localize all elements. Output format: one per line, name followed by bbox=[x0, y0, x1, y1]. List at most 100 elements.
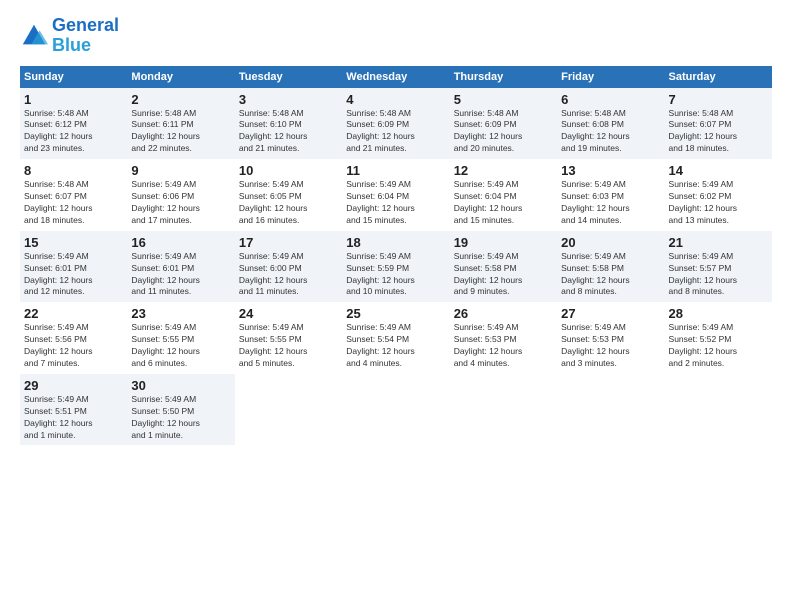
day-number: 8 bbox=[24, 163, 123, 178]
logo-text: General Blue bbox=[52, 16, 119, 56]
calendar-cell: 27Sunrise: 5:49 AM Sunset: 5:53 PM Dayli… bbox=[557, 302, 664, 374]
calendar-cell: 15Sunrise: 5:49 AM Sunset: 6:01 PM Dayli… bbox=[20, 231, 127, 303]
day-info: Sunrise: 5:49 AM Sunset: 5:56 PM Dayligh… bbox=[24, 322, 123, 370]
day-info: Sunrise: 5:49 AM Sunset: 6:03 PM Dayligh… bbox=[561, 179, 660, 227]
day-info: Sunrise: 5:49 AM Sunset: 6:04 PM Dayligh… bbox=[454, 179, 553, 227]
day-info: Sunrise: 5:49 AM Sunset: 6:01 PM Dayligh… bbox=[24, 251, 123, 299]
calendar-cell: 4Sunrise: 5:48 AM Sunset: 6:09 PM Daylig… bbox=[342, 88, 449, 160]
day-info: Sunrise: 5:49 AM Sunset: 5:54 PM Dayligh… bbox=[346, 322, 445, 370]
day-number: 13 bbox=[561, 163, 660, 178]
day-info: Sunrise: 5:49 AM Sunset: 5:58 PM Dayligh… bbox=[454, 251, 553, 299]
day-info: Sunrise: 5:49 AM Sunset: 6:05 PM Dayligh… bbox=[239, 179, 338, 227]
day-number: 9 bbox=[131, 163, 230, 178]
calendar-cell: 3Sunrise: 5:48 AM Sunset: 6:10 PM Daylig… bbox=[235, 88, 342, 160]
weekday-header: Wednesday bbox=[342, 66, 449, 88]
day-info: Sunrise: 5:49 AM Sunset: 6:00 PM Dayligh… bbox=[239, 251, 338, 299]
day-info: Sunrise: 5:48 AM Sunset: 6:07 PM Dayligh… bbox=[24, 179, 123, 227]
day-number: 23 bbox=[131, 306, 230, 321]
calendar-week-row: 22Sunrise: 5:49 AM Sunset: 5:56 PM Dayli… bbox=[20, 302, 772, 374]
day-number: 18 bbox=[346, 235, 445, 250]
day-number: 29 bbox=[24, 378, 123, 393]
day-info: Sunrise: 5:49 AM Sunset: 5:59 PM Dayligh… bbox=[346, 251, 445, 299]
day-number: 30 bbox=[131, 378, 230, 393]
calendar-week-row: 1Sunrise: 5:48 AM Sunset: 6:12 PM Daylig… bbox=[20, 88, 772, 160]
day-number: 2 bbox=[131, 92, 230, 107]
header: General Blue bbox=[20, 16, 772, 56]
calendar-header-row: SundayMondayTuesdayWednesdayThursdayFrid… bbox=[20, 66, 772, 88]
calendar-cell: 7Sunrise: 5:48 AM Sunset: 6:07 PM Daylig… bbox=[665, 88, 772, 160]
day-number: 3 bbox=[239, 92, 338, 107]
day-info: Sunrise: 5:49 AM Sunset: 6:04 PM Dayligh… bbox=[346, 179, 445, 227]
calendar-cell: 22Sunrise: 5:49 AM Sunset: 5:56 PM Dayli… bbox=[20, 302, 127, 374]
weekday-header: Monday bbox=[127, 66, 234, 88]
weekday-header: Saturday bbox=[665, 66, 772, 88]
day-number: 26 bbox=[454, 306, 553, 321]
calendar-table: SundayMondayTuesdayWednesdayThursdayFrid… bbox=[20, 66, 772, 446]
day-number: 16 bbox=[131, 235, 230, 250]
day-info: Sunrise: 5:48 AM Sunset: 6:10 PM Dayligh… bbox=[239, 108, 338, 156]
calendar-cell: 13Sunrise: 5:49 AM Sunset: 6:03 PM Dayli… bbox=[557, 159, 664, 231]
day-number: 15 bbox=[24, 235, 123, 250]
day-info: Sunrise: 5:49 AM Sunset: 5:53 PM Dayligh… bbox=[561, 322, 660, 370]
weekday-header: Tuesday bbox=[235, 66, 342, 88]
calendar-cell: 18Sunrise: 5:49 AM Sunset: 5:59 PM Dayli… bbox=[342, 231, 449, 303]
calendar-cell: 19Sunrise: 5:49 AM Sunset: 5:58 PM Dayli… bbox=[450, 231, 557, 303]
calendar-cell: 1Sunrise: 5:48 AM Sunset: 6:12 PM Daylig… bbox=[20, 88, 127, 160]
day-info: Sunrise: 5:49 AM Sunset: 5:55 PM Dayligh… bbox=[239, 322, 338, 370]
day-number: 12 bbox=[454, 163, 553, 178]
day-info: Sunrise: 5:49 AM Sunset: 5:57 PM Dayligh… bbox=[669, 251, 768, 299]
calendar-cell: 6Sunrise: 5:48 AM Sunset: 6:08 PM Daylig… bbox=[557, 88, 664, 160]
day-number: 27 bbox=[561, 306, 660, 321]
day-number: 28 bbox=[669, 306, 768, 321]
day-info: Sunrise: 5:49 AM Sunset: 6:02 PM Dayligh… bbox=[669, 179, 768, 227]
day-info: Sunrise: 5:49 AM Sunset: 5:55 PM Dayligh… bbox=[131, 322, 230, 370]
day-info: Sunrise: 5:48 AM Sunset: 6:09 PM Dayligh… bbox=[454, 108, 553, 156]
calendar-cell: 25Sunrise: 5:49 AM Sunset: 5:54 PM Dayli… bbox=[342, 302, 449, 374]
weekday-header: Sunday bbox=[20, 66, 127, 88]
day-number: 1 bbox=[24, 92, 123, 107]
calendar-cell: 16Sunrise: 5:49 AM Sunset: 6:01 PM Dayli… bbox=[127, 231, 234, 303]
day-info: Sunrise: 5:49 AM Sunset: 6:01 PM Dayligh… bbox=[131, 251, 230, 299]
calendar-cell bbox=[342, 374, 449, 446]
day-info: Sunrise: 5:48 AM Sunset: 6:08 PM Dayligh… bbox=[561, 108, 660, 156]
calendar-cell: 11Sunrise: 5:49 AM Sunset: 6:04 PM Dayli… bbox=[342, 159, 449, 231]
calendar-cell bbox=[665, 374, 772, 446]
day-info: Sunrise: 5:49 AM Sunset: 5:53 PM Dayligh… bbox=[454, 322, 553, 370]
calendar-cell: 28Sunrise: 5:49 AM Sunset: 5:52 PM Dayli… bbox=[665, 302, 772, 374]
calendar-cell: 26Sunrise: 5:49 AM Sunset: 5:53 PM Dayli… bbox=[450, 302, 557, 374]
day-info: Sunrise: 5:49 AM Sunset: 6:06 PM Dayligh… bbox=[131, 179, 230, 227]
calendar-body: 1Sunrise: 5:48 AM Sunset: 6:12 PM Daylig… bbox=[20, 88, 772, 446]
calendar-cell: 20Sunrise: 5:49 AM Sunset: 5:58 PM Dayli… bbox=[557, 231, 664, 303]
calendar-cell: 23Sunrise: 5:49 AM Sunset: 5:55 PM Dayli… bbox=[127, 302, 234, 374]
day-info: Sunrise: 5:48 AM Sunset: 6:09 PM Dayligh… bbox=[346, 108, 445, 156]
day-number: 20 bbox=[561, 235, 660, 250]
logo: General Blue bbox=[20, 16, 119, 56]
logo-icon bbox=[20, 22, 48, 50]
calendar-cell: 21Sunrise: 5:49 AM Sunset: 5:57 PM Dayli… bbox=[665, 231, 772, 303]
calendar-cell bbox=[235, 374, 342, 446]
day-info: Sunrise: 5:49 AM Sunset: 5:58 PM Dayligh… bbox=[561, 251, 660, 299]
day-number: 4 bbox=[346, 92, 445, 107]
day-info: Sunrise: 5:48 AM Sunset: 6:07 PM Dayligh… bbox=[669, 108, 768, 156]
calendar-cell: 5Sunrise: 5:48 AM Sunset: 6:09 PM Daylig… bbox=[450, 88, 557, 160]
calendar-cell: 10Sunrise: 5:49 AM Sunset: 6:05 PM Dayli… bbox=[235, 159, 342, 231]
day-info: Sunrise: 5:48 AM Sunset: 6:12 PM Dayligh… bbox=[24, 108, 123, 156]
day-number: 14 bbox=[669, 163, 768, 178]
calendar-cell: 30Sunrise: 5:49 AM Sunset: 5:50 PM Dayli… bbox=[127, 374, 234, 446]
calendar-cell: 14Sunrise: 5:49 AM Sunset: 6:02 PM Dayli… bbox=[665, 159, 772, 231]
day-number: 25 bbox=[346, 306, 445, 321]
day-info: Sunrise: 5:49 AM Sunset: 5:51 PM Dayligh… bbox=[24, 394, 123, 442]
calendar-week-row: 8Sunrise: 5:48 AM Sunset: 6:07 PM Daylig… bbox=[20, 159, 772, 231]
weekday-header: Friday bbox=[557, 66, 664, 88]
day-number: 6 bbox=[561, 92, 660, 107]
day-info: Sunrise: 5:48 AM Sunset: 6:11 PM Dayligh… bbox=[131, 108, 230, 156]
calendar-week-row: 15Sunrise: 5:49 AM Sunset: 6:01 PM Dayli… bbox=[20, 231, 772, 303]
day-number: 7 bbox=[669, 92, 768, 107]
day-info: Sunrise: 5:49 AM Sunset: 5:50 PM Dayligh… bbox=[131, 394, 230, 442]
page: General Blue SundayMondayTuesdayWednesda… bbox=[0, 0, 792, 461]
weekday-header: Thursday bbox=[450, 66, 557, 88]
day-number: 19 bbox=[454, 235, 553, 250]
day-number: 10 bbox=[239, 163, 338, 178]
day-number: 21 bbox=[669, 235, 768, 250]
calendar-cell: 17Sunrise: 5:49 AM Sunset: 6:00 PM Dayli… bbox=[235, 231, 342, 303]
